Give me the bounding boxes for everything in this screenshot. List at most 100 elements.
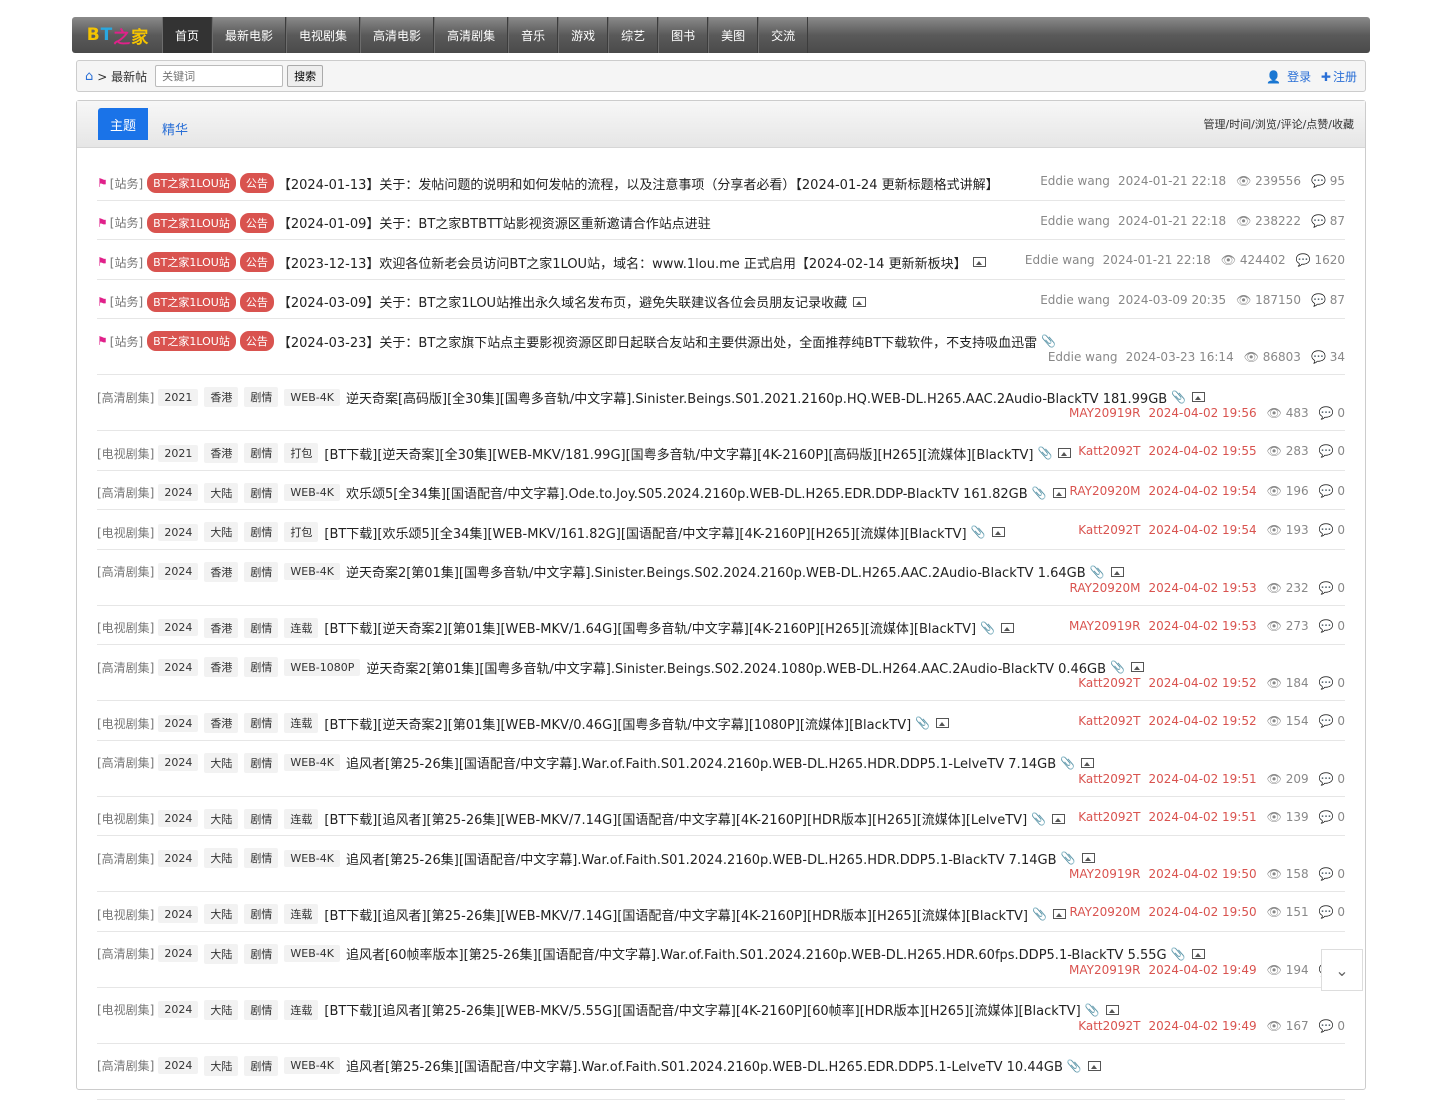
- author-name[interactable]: Katt2092T: [1078, 523, 1140, 537]
- genre-tag[interactable]: 剧情: [244, 482, 279, 503]
- category-label[interactable]: [高清剧集]: [97, 659, 154, 676]
- genre-tag[interactable]: 剧情: [244, 808, 279, 829]
- nav-item-music[interactable]: 音乐: [508, 17, 559, 53]
- format-tag[interactable]: 打包: [284, 522, 319, 542]
- author-name[interactable]: RAY20920M: [1069, 905, 1140, 919]
- genre-tag[interactable]: 剧情: [244, 387, 279, 407]
- genre-tag[interactable]: 剧情: [244, 943, 279, 964]
- author-name[interactable]: Katt2092T: [1078, 772, 1140, 786]
- format-tag[interactable]: 连载: [284, 713, 319, 733]
- author-name[interactable]: Katt2092T: [1078, 1019, 1140, 1033]
- thread-title[interactable]: 【2024-03-09】关于：BT之家1LOU站推出永久域名发布页，避免失联建议…: [278, 292, 847, 311]
- author-name[interactable]: RAY20920M: [1069, 581, 1140, 595]
- region-tag[interactable]: 大陆: [204, 808, 239, 829]
- region-tag[interactable]: 香港: [204, 387, 239, 407]
- category-label[interactable]: [电视剧集]: [97, 619, 154, 636]
- genre-tag[interactable]: 剧情: [244, 522, 279, 542]
- region-tag[interactable]: 大陆: [204, 752, 239, 773]
- login-link[interactable]: 登录: [1287, 70, 1311, 84]
- notice-badge[interactable]: 公告: [239, 331, 274, 351]
- genre-tag[interactable]: 剧情: [244, 443, 279, 463]
- thread-title[interactable]: [BT下载][追风者][第25-26集][WEB-MKV/7.14G][国语配音…: [324, 905, 1028, 924]
- region-tag[interactable]: 大陆: [204, 904, 239, 924]
- genre-tag[interactable]: 剧情: [244, 1055, 279, 1076]
- genre-tag[interactable]: 剧情: [244, 657, 279, 677]
- author-name[interactable]: Eddie wang: [1040, 174, 1110, 188]
- author-name[interactable]: Katt2092T: [1078, 714, 1140, 728]
- year-tag[interactable]: 2024: [158, 563, 199, 580]
- year-tag[interactable]: 2024: [158, 849, 199, 867]
- search-input[interactable]: [155, 65, 284, 87]
- thread-title[interactable]: 追风者[第25-26集][国语配音/中文字幕].War.of.Faith.S01…: [346, 849, 1057, 868]
- format-tag[interactable]: WEB-1080P: [284, 658, 361, 676]
- site-badge[interactable]: BT之家1LOU站: [147, 291, 236, 312]
- category-label[interactable]: [高清剧集]: [97, 484, 154, 501]
- format-tag[interactable]: 连载: [284, 999, 319, 1020]
- year-tag[interactable]: 2024: [158, 658, 199, 676]
- nav-item-variety[interactable]: 综艺: [608, 17, 659, 53]
- genre-tag[interactable]: 剧情: [244, 617, 279, 638]
- author-name[interactable]: MAY20919R: [1069, 619, 1140, 633]
- thread-title[interactable]: [BT下载][逆天奇案2][第01集][WEB-MKV/1.64G][国粤多音轨…: [324, 618, 976, 637]
- year-tag[interactable]: 2024: [158, 945, 199, 962]
- region-tag[interactable]: 香港: [204, 561, 239, 582]
- year-tag[interactable]: 2024: [158, 619, 199, 636]
- author-name[interactable]: MAY20919R: [1069, 963, 1140, 977]
- notice-badge[interactable]: 公告: [239, 173, 274, 193]
- year-tag[interactable]: 2024: [158, 810, 199, 827]
- year-tag[interactable]: 2024: [158, 905, 199, 923]
- nav-item-forum[interactable]: 交流: [758, 17, 809, 53]
- category-label[interactable]: [高清剧集]: [97, 945, 154, 962]
- author-name[interactable]: Eddie wang: [1025, 253, 1095, 267]
- author-name[interactable]: RAY20920M: [1069, 484, 1140, 498]
- nav-item-hd-tv[interactable]: 高清剧集: [434, 17, 509, 53]
- tab-topics[interactable]: 主题: [98, 108, 149, 140]
- region-tag[interactable]: 大陆: [204, 848, 239, 868]
- nav-item-tv[interactable]: 电视剧集: [286, 17, 361, 53]
- author-name[interactable]: Eddie wang: [1040, 214, 1110, 228]
- format-tag[interactable]: 打包: [284, 443, 319, 463]
- site-badge[interactable]: BT之家1LOU站: [147, 173, 236, 193]
- notice-badge[interactable]: 公告: [239, 212, 274, 233]
- region-tag[interactable]: 大陆: [204, 522, 239, 542]
- year-tag[interactable]: 2021: [158, 444, 199, 462]
- thread-title[interactable]: 逆天奇案2[第01集][国粤多音轨/中文字幕].Sinister.Beings.…: [366, 658, 1106, 677]
- year-tag[interactable]: 2024: [158, 1001, 199, 1018]
- format-tag[interactable]: WEB-4K: [284, 849, 340, 867]
- year-tag[interactable]: 2024: [158, 484, 199, 501]
- thread-title[interactable]: 追风者[第25-26集][国语配音/中文字幕].War.of.Faith.S01…: [346, 753, 1056, 772]
- thread-title[interactable]: [BT下载][追风者][第25-26集][WEB-MKV/5.55G][国语配音…: [324, 1000, 1080, 1019]
- thread-title[interactable]: 欢乐颂5[全34集][国语配音/中文字幕].Ode.to.Joy.S05.202…: [346, 483, 1028, 502]
- site-badge[interactable]: BT之家1LOU站: [147, 252, 236, 272]
- genre-tag[interactable]: 剧情: [244, 561, 279, 582]
- format-tag[interactable]: WEB-4K: [284, 388, 340, 406]
- region-tag[interactable]: 大陆: [204, 1055, 239, 1076]
- format-tag[interactable]: 连载: [284, 904, 319, 924]
- format-tag[interactable]: 连载: [284, 617, 319, 638]
- nav-item-games[interactable]: 游戏: [558, 17, 609, 53]
- author-name[interactable]: Eddie wang: [1040, 293, 1110, 307]
- region-tag[interactable]: 香港: [204, 657, 239, 677]
- format-tag[interactable]: WEB-4K: [284, 1057, 340, 1074]
- category-label[interactable]: [站务]: [110, 333, 143, 350]
- thread-title[interactable]: 【2024-01-09】关于：BT之家BTBTT站影视资源区重新邀请合作站点进驻: [278, 213, 711, 232]
- category-label[interactable]: [站务]: [110, 214, 143, 231]
- category-label[interactable]: [电视剧集]: [97, 810, 154, 827]
- format-tag[interactable]: WEB-4K: [284, 945, 340, 962]
- region-tag[interactable]: 大陆: [204, 482, 239, 503]
- site-badge[interactable]: BT之家1LOU站: [147, 331, 236, 351]
- thread-title[interactable]: 追风者[60帧率版本][第25-26集][国语配音/中文字幕].War.of.F…: [346, 944, 1167, 963]
- nav-item-hd-movies[interactable]: 高清电影: [360, 17, 435, 53]
- format-tag[interactable]: WEB-4K: [284, 563, 340, 580]
- region-tag[interactable]: 香港: [204, 443, 239, 463]
- region-tag[interactable]: 大陆: [204, 999, 239, 1020]
- sort-links[interactable]: 管理/时间/浏览/评论/点赞/收藏: [1203, 116, 1354, 132]
- thread-title[interactable]: 逆天奇案2[第01集][国粤多音轨/中文字幕].Sinister.Beings.…: [346, 562, 1086, 581]
- category-label[interactable]: [站务]: [110, 175, 143, 192]
- category-label[interactable]: [高清剧集]: [97, 563, 154, 580]
- notice-badge[interactable]: 公告: [239, 252, 274, 272]
- thread-title[interactable]: 【2024-03-23】关于：BT之家旗下站点主要影视资源区即日起联合友站和主要…: [278, 332, 1037, 351]
- format-tag[interactable]: 连载: [284, 808, 319, 829]
- nav-item-home[interactable]: 首页: [162, 17, 213, 53]
- register-link[interactable]: 注册: [1333, 70, 1357, 84]
